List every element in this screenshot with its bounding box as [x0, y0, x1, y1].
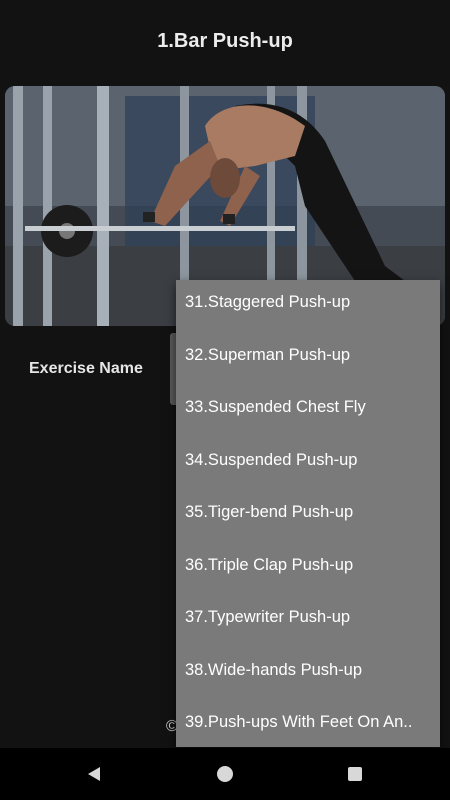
- dropdown-item-35[interactable]: 35.Tiger-bend Push-up: [176, 490, 440, 543]
- dropdown-item-38[interactable]: 38.Wide-hands Push-up: [176, 648, 440, 701]
- exercise-dropdown-list[interactable]: 31.Staggered Push-up 32.Superman Push-up…: [176, 280, 440, 747]
- dropdown-item-33[interactable]: 33.Suspended Chest Fly: [176, 385, 440, 438]
- dropdown-item-36[interactable]: 36.Triple Clap Push-up: [176, 543, 440, 596]
- dropdown-item-39[interactable]: 39.Push-ups With Feet On An..: [176, 700, 440, 753]
- exercise-name-label: Exercise Name: [29, 360, 143, 377]
- home-circle-icon[interactable]: [215, 764, 235, 784]
- dropdown-item-31[interactable]: 31.Staggered Push-up: [176, 280, 440, 333]
- page-title: 1.Bar Push-up: [157, 30, 293, 52]
- dropdown-item-32[interactable]: 32.Superman Push-up: [176, 333, 440, 386]
- back-triangle-icon[interactable]: [84, 764, 104, 784]
- recents-square-icon[interactable]: [345, 764, 365, 784]
- dropdown-item-34[interactable]: 34.Suspended Push-up: [176, 438, 440, 491]
- dropdown-item-37[interactable]: 37.Typewriter Push-up: [176, 595, 440, 648]
- system-navigation-bar: [0, 748, 450, 800]
